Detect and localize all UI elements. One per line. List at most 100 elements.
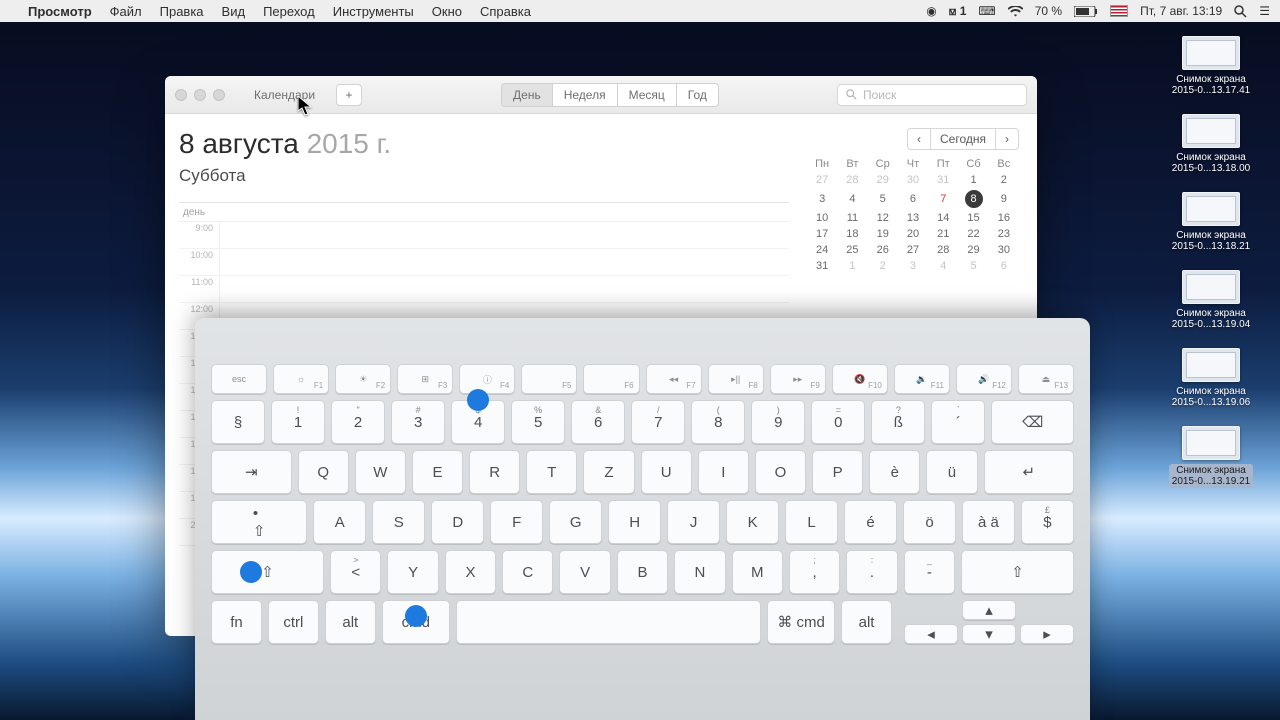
key[interactable]: %5: [511, 400, 565, 444]
mini-day[interactable]: 10: [807, 210, 837, 226]
key[interactable]: =0: [811, 400, 865, 444]
key[interactable]: ⓘF4: [459, 364, 515, 394]
mini-day[interactable]: 6: [898, 188, 928, 210]
add-event-button[interactable]: +: [336, 84, 362, 106]
mini-day[interactable]: 28: [928, 242, 958, 258]
menu-window[interactable]: Окно: [432, 4, 462, 19]
screenrecord-icon[interactable]: ◉: [926, 4, 936, 18]
menu-help[interactable]: Справка: [480, 4, 531, 19]
key[interactable]: F5: [521, 364, 577, 394]
key[interactable]: !1: [271, 400, 325, 444]
key[interactable]: è: [869, 450, 920, 494]
mini-day[interactable]: 1: [958, 172, 988, 188]
key[interactable]: £$: [1021, 500, 1074, 544]
mini-day[interactable]: 13: [898, 210, 928, 226]
menu-go[interactable]: Переход: [263, 4, 315, 19]
traffic-lights[interactable]: [175, 89, 225, 101]
mini-day[interactable]: 19: [868, 226, 898, 242]
mini-day[interactable]: 18: [837, 226, 867, 242]
key[interactable]: F6: [583, 364, 639, 394]
key[interactable]: _-: [904, 550, 955, 594]
desktop-file[interactable]: Снимок экрана2015-0...13.19.04: [1156, 270, 1266, 330]
key[interactable]: 🔊F12: [956, 364, 1012, 394]
key[interactable]: é: [844, 500, 897, 544]
mini-day[interactable]: 30: [898, 172, 928, 188]
key[interactable]: ;,: [789, 550, 840, 594]
key-up[interactable]: ▴: [962, 600, 1016, 620]
key[interactable]: ><: [330, 550, 381, 594]
key[interactable]: alt: [325, 600, 376, 644]
key[interactable]: Y: [387, 550, 438, 594]
mini-day[interactable]: 5: [868, 188, 898, 210]
next-button[interactable]: ›: [995, 128, 1019, 150]
mini-day[interactable]: 4: [928, 258, 958, 274]
mini-day[interactable]: 17: [807, 226, 837, 242]
mini-day[interactable]: 24: [807, 242, 837, 258]
view-month[interactable]: Месяц: [617, 83, 677, 107]
key[interactable]: ⊞F3: [397, 364, 453, 394]
key[interactable]: ↵: [984, 450, 1074, 494]
key[interactable]: $4: [451, 400, 505, 444]
mini-day[interactable]: 5: [958, 258, 988, 274]
key[interactable]: U: [641, 450, 692, 494]
key[interactable]: L: [785, 500, 838, 544]
key[interactable]: ⌫: [991, 400, 1074, 444]
key[interactable]: ☀F2: [335, 364, 391, 394]
key[interactable]: "2: [331, 400, 385, 444]
key[interactable]: X: [445, 550, 496, 594]
desktop-file[interactable]: Снимок экрана2015-0...13.19.21: [1156, 426, 1266, 488]
agenda-row[interactable]: 10:00: [179, 249, 789, 276]
key[interactable]: ◂◂F7: [646, 364, 702, 394]
key[interactable]: 🔇F10: [832, 364, 888, 394]
mini-day[interactable]: 12: [868, 210, 898, 226]
clock[interactable]: Пт, 7 авг. 13:19: [1140, 4, 1222, 18]
key-down[interactable]: ▾: [962, 624, 1016, 644]
key[interactable]: à ä: [962, 500, 1015, 544]
key[interactable]: K: [726, 500, 779, 544]
app-menu[interactable]: Просмотр: [28, 4, 92, 19]
mini-day[interactable]: 2: [989, 172, 1019, 188]
key[interactable]: &6: [571, 400, 625, 444]
key[interactable]: N: [674, 550, 725, 594]
key[interactable]: F: [490, 500, 543, 544]
wifi-icon[interactable]: [1008, 6, 1023, 17]
key[interactable]: B: [617, 550, 668, 594]
key[interactable]: ▸||F8: [708, 364, 764, 394]
key[interactable]: ö: [903, 500, 956, 544]
key[interactable]: ?ß: [871, 400, 925, 444]
mini-day[interactable]: 3: [807, 188, 837, 210]
agenda-row[interactable]: 9:00: [179, 222, 789, 249]
key[interactable]: )9: [751, 400, 805, 444]
key[interactable]: M: [732, 550, 783, 594]
key[interactable]: G: [549, 500, 602, 544]
mini-day[interactable]: 25: [837, 242, 867, 258]
desktop-file[interactable]: Снимок экрана2015-0...13.18.21: [1156, 192, 1266, 252]
mini-day[interactable]: 8: [958, 188, 988, 210]
key[interactable]: P: [812, 450, 863, 494]
desktop-file[interactable]: Снимок экрана2015-0...13.19.06: [1156, 348, 1266, 408]
mini-day[interactable]: 1: [837, 258, 867, 274]
input-source-icon[interactable]: [1110, 5, 1128, 17]
menu-tools[interactable]: Инструменты: [333, 4, 414, 19]
mini-day[interactable]: 11: [837, 210, 867, 226]
key[interactable]: ▸▸F9: [770, 364, 826, 394]
key[interactable]: ⏏F13: [1018, 364, 1074, 394]
key[interactable]: :.: [846, 550, 897, 594]
key[interactable]: •⇧: [211, 500, 307, 544]
adobe-icon[interactable]: ⟏ 1: [949, 4, 967, 19]
menu-file[interactable]: Файл: [110, 4, 142, 19]
mini-day[interactable]: 23: [989, 226, 1019, 242]
mini-day[interactable]: 3: [898, 258, 928, 274]
key[interactable]: V: [559, 550, 610, 594]
key[interactable]: ⇥: [211, 450, 292, 494]
mini-day[interactable]: 27: [898, 242, 928, 258]
mini-day[interactable]: 31: [807, 258, 837, 274]
key[interactable]: alt: [841, 600, 892, 644]
key[interactable]: #3: [391, 400, 445, 444]
key[interactable]: `´: [931, 400, 985, 444]
key[interactable]: R: [469, 450, 520, 494]
key[interactable]: H: [608, 500, 661, 544]
key[interactable]: ü: [926, 450, 977, 494]
mini-day[interactable]: 22: [958, 226, 988, 242]
key[interactable]: (8: [691, 400, 745, 444]
